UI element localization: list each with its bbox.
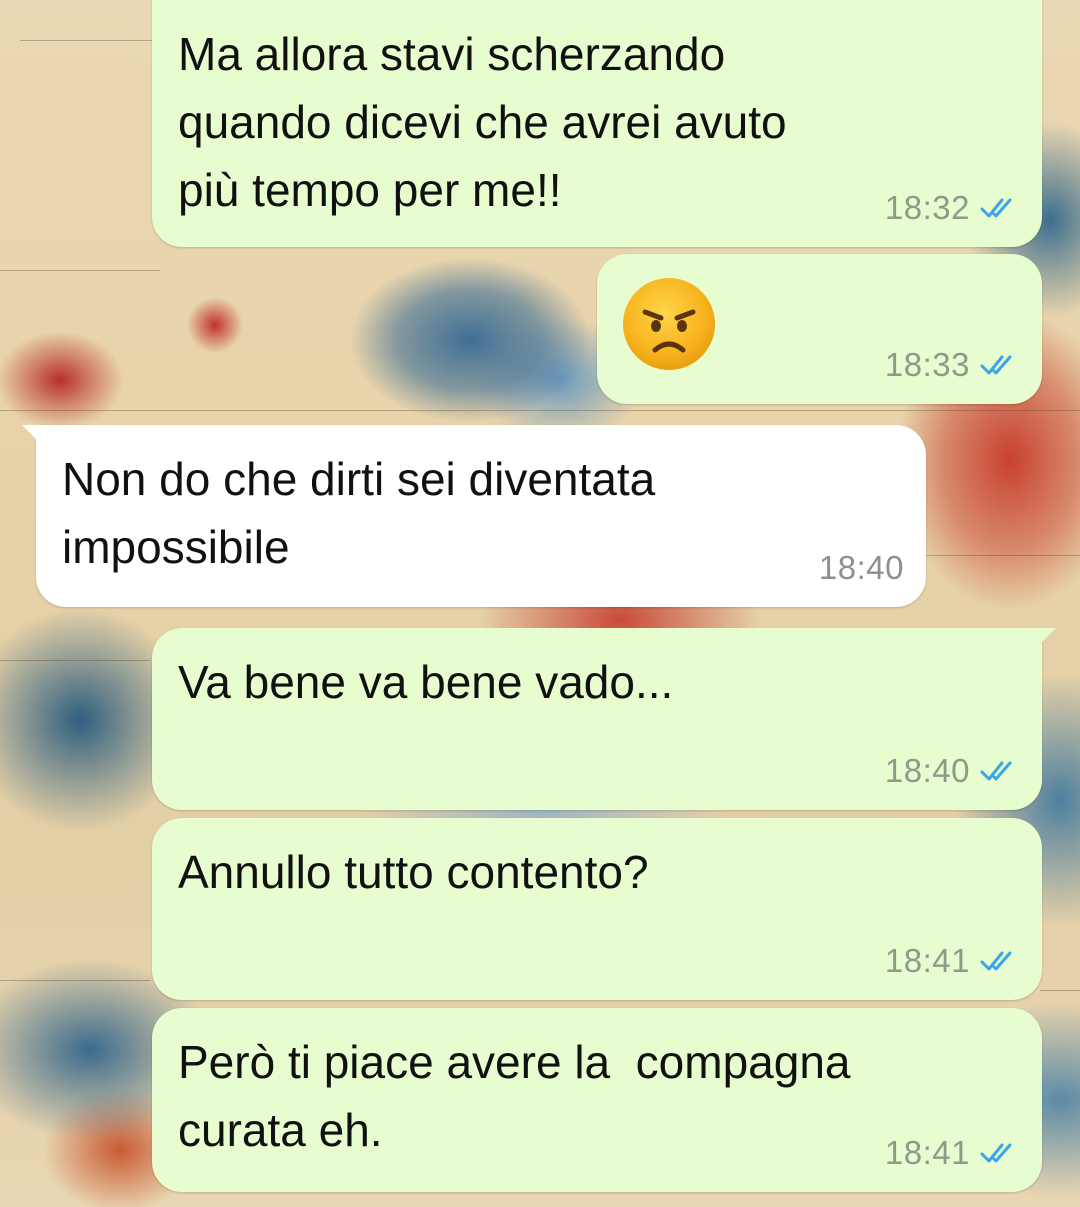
message-bubble-outgoing[interactable]: Annullo tutto contento? 18:41 xyxy=(152,818,1042,1000)
double-check-read-icon xyxy=(980,355,1012,375)
bubble-tail xyxy=(22,425,44,447)
double-check-read-icon xyxy=(980,951,1012,971)
message-meta: 18:41 xyxy=(885,1134,1020,1172)
double-check-read-icon xyxy=(980,1143,1012,1163)
message-time: 18:41 xyxy=(884,1134,970,1171)
double-check-read-icon xyxy=(980,761,1012,781)
message-meta: 18:40 xyxy=(885,752,1020,790)
message-bubble-outgoing[interactable]: Però ti piace avere la compagna curata e… xyxy=(152,1008,1042,1192)
map-line xyxy=(0,410,1080,411)
map-line xyxy=(0,660,150,661)
message-time: 18:41 xyxy=(884,942,970,979)
message-bubble-outgoing[interactable]: Va bene va bene vado... 18:40 xyxy=(152,628,1056,810)
message-meta: 18:33 xyxy=(885,346,1020,384)
double-check-read-icon xyxy=(980,198,1012,218)
bubble-tail xyxy=(1034,628,1056,650)
message-text: Va bene va bene vado... xyxy=(178,656,674,708)
message-time: 18:40 xyxy=(884,752,970,789)
message-text: Ma allora stavi scherzando quando dicevi… xyxy=(178,28,787,216)
map-line xyxy=(0,980,150,981)
message-meta: 18:40 xyxy=(819,549,904,587)
map-line xyxy=(1040,990,1080,991)
message-bubble-incoming[interactable]: Non do che dirti sei diventata impossibi… xyxy=(22,425,926,607)
message-time: 18:32 xyxy=(884,189,970,226)
message-text: Però ti piace avere la compagna curata e… xyxy=(178,1036,851,1156)
message-time: 18:33 xyxy=(884,346,970,383)
message-text: Annullo tutto contento? xyxy=(178,846,649,898)
message-text: Non do che dirti sei diventata impossibi… xyxy=(62,453,656,573)
map-line xyxy=(0,270,160,271)
map-line xyxy=(20,40,160,41)
message-meta: 18:32 xyxy=(885,189,1020,227)
message-bubble-outgoing[interactable]: 18:33 xyxy=(597,254,1042,404)
message-bubble-outgoing[interactable]: Ma allora stavi scherzando quando dicevi… xyxy=(152,0,1042,247)
angry-face-emoji xyxy=(623,278,715,370)
message-time: 18:40 xyxy=(818,549,904,586)
message-meta: 18:41 xyxy=(885,942,1020,980)
map-line xyxy=(900,555,1080,556)
